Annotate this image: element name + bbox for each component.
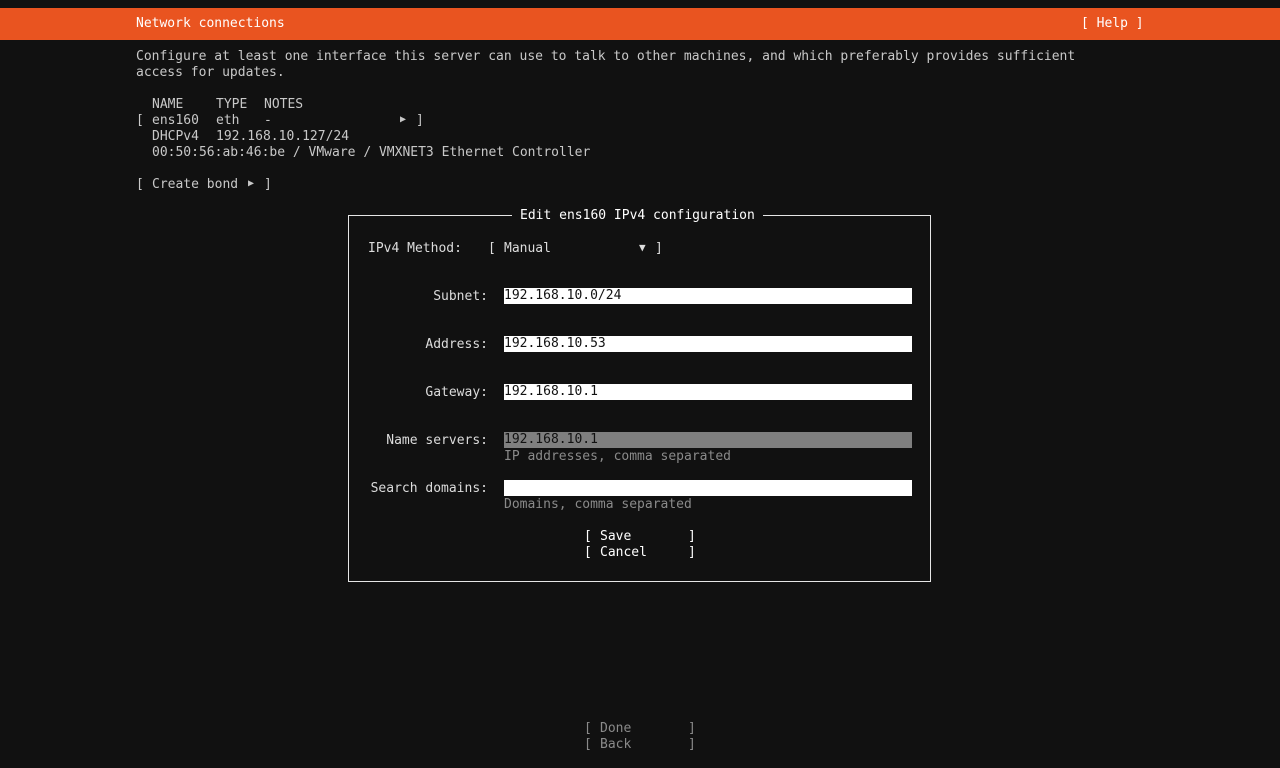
- column-header-name: NAME: [152, 97, 184, 112]
- gateway-input[interactable]: 192.168.10.1: [504, 384, 912, 400]
- searchdomains-label: Search domains:: [370, 481, 488, 496]
- method-bracket-open: [: [488, 241, 496, 256]
- save-bracket-open: [: [584, 529, 592, 544]
- subnet-input[interactable]: 192.168.10.0/24: [504, 288, 912, 304]
- dhcp-address: 192.168.10.127/24: [216, 129, 350, 144]
- back-label: Back: [600, 737, 632, 752]
- help-button[interactable]: [ Help ]: [1081, 16, 1144, 32]
- done-bracket-close: ]: [688, 721, 696, 736]
- save-bracket-close: ]: [688, 529, 696, 544]
- column-header-type: TYPE: [216, 97, 248, 112]
- nameservers-input[interactable]: 192.168.10.1: [504, 432, 912, 448]
- save-label: Save: [600, 529, 632, 544]
- page-title: Network connections: [136, 16, 285, 31]
- row-bracket-open: [: [136, 113, 144, 128]
- cancel-bracket-open: [: [584, 545, 592, 560]
- nameservers-label: Name servers:: [386, 433, 488, 448]
- back-bracket-open: [: [584, 737, 592, 752]
- method-bracket-close: ]: [655, 241, 663, 256]
- dhcp-label: DHCPv4: [152, 129, 199, 144]
- create-bond-label: Create bond: [152, 177, 239, 192]
- ipv4-method-label: IPv4 Method:: [368, 241, 462, 256]
- dialog-title: Edit ens160 IPv4 configuration: [512, 208, 763, 224]
- address-input[interactable]: 192.168.10.53: [504, 336, 912, 352]
- nameservers-hint: IP addresses, comma separated: [504, 449, 731, 464]
- address-label: Address:: [425, 337, 488, 352]
- interface-notes: -: [264, 113, 272, 128]
- intro-line-2: access for updates.: [136, 65, 285, 80]
- create-bond-bracket-open: [: [136, 177, 144, 192]
- gateway-label: Gateway:: [425, 385, 488, 400]
- cancel-bracket-close: ]: [688, 545, 696, 560]
- triangle-right-icon: ▶: [248, 178, 255, 189]
- header-bar: Network connections [ Help ]: [0, 8, 1280, 40]
- ipv4-method-value: Manual: [504, 241, 551, 256]
- column-header-notes: NOTES: [264, 97, 304, 112]
- triangle-down-icon: ▼: [639, 241, 646, 254]
- done-label: Done: [600, 721, 632, 736]
- searchdomains-hint: Domains, comma separated: [504, 497, 692, 512]
- create-bond-bracket-close: ]: [264, 177, 272, 192]
- interface-type: eth: [216, 113, 240, 128]
- done-bracket-open: [: [584, 721, 592, 736]
- interface-name: ens160: [152, 113, 199, 128]
- searchdomains-input[interactable]: [504, 480, 912, 496]
- intro-line-1: Configure at least one interface this se…: [136, 49, 1076, 64]
- interface-hw-info: 00:50:56:ab:46:be / VMware / VMXNET3 Eth…: [152, 145, 591, 160]
- row-bracket-close: ]: [416, 113, 424, 128]
- cancel-label: Cancel: [600, 545, 647, 560]
- triangle-right-icon: ▶: [400, 114, 407, 125]
- subnet-label: Subnet:: [433, 289, 488, 304]
- back-bracket-close: ]: [688, 737, 696, 752]
